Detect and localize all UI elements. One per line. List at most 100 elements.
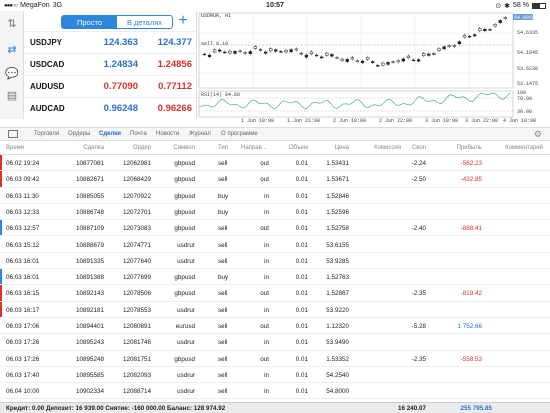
- table-header: Время Сделка Ордер Символ Тип Направ... …: [0, 141, 550, 155]
- quote-row[interactable]: USDJPY 124.363 124.377: [24, 31, 196, 53]
- col-deal[interactable]: Сделка: [72, 145, 104, 151]
- table-row[interactable]: 06.03 12:57 10887109 12073083 gbpusd sell out…: [0, 220, 550, 237]
- col-swap[interactable]: Своп: [396, 145, 426, 151]
- rsi-label: RSI(14) 84.80: [201, 92, 241, 98]
- table-row[interactable]: 06.03 15:12 10888679 12074771 usdrur sell in 0…: [0, 237, 550, 253]
- time-tick: 3 Jun 22:00: [465, 118, 499, 124]
- table-row[interactable]: 06.03 09:42 10882671 12068429 gbpusd sell out…: [0, 171, 550, 188]
- trade-icon[interactable]: ⇄: [4, 41, 20, 57]
- col-time[interactable]: Время: [6, 145, 24, 151]
- cell-symbol: usdrur: [177, 388, 195, 396]
- settings-icon[interactable]: ⚙: [534, 129, 542, 140]
- cell-type: sell: [218, 241, 228, 249]
- cell-price: 53.9285: [326, 257, 349, 265]
- cell-price: 1.53431: [326, 160, 349, 167]
- cell-order: 12080891: [122, 323, 151, 330]
- table-row[interactable]: 06.03 17:06 10894401 12080891 eurusd sell out…: [0, 318, 550, 335]
- col-volume[interactable]: Объем: [286, 145, 308, 151]
- cell-type: sell: [218, 323, 228, 330]
- cell-volume: 0.01: [295, 241, 308, 249]
- cell-deal: 10891388: [75, 274, 104, 282]
- cell-symbol: usdrur: [177, 339, 195, 347]
- col-commission[interactable]: Комиссия: [355, 145, 401, 151]
- table-row[interactable]: 06.03 16:01 10891335 12077640 usdrur sell in 0…: [0, 253, 550, 270]
- table-row[interactable]: 06.03 17:26 10895243 12081746 usdrur sell in 0…: [0, 334, 550, 351]
- status-right: ⊙ ✱ 58 %: [495, 2, 546, 10]
- tab-news[interactable]: Новости: [156, 131, 179, 137]
- price-chart[interactable]: USDRUR, H1 sell 0.10 RSI(14) 84.80 54.89…: [196, 11, 550, 124]
- col-type[interactable]: Тип: [218, 145, 228, 151]
- col-comment[interactable]: Комментарий: [485, 145, 543, 151]
- tab-mail[interactable]: Почта: [130, 131, 147, 137]
- col-symbol[interactable]: Символ: [163, 145, 195, 151]
- cell-price: 54.8000: [326, 388, 349, 396]
- time-tick: 1 Jun 22:00: [287, 118, 321, 124]
- tab-about[interactable]: О программе: [221, 131, 258, 137]
- cell-deal: 10885055: [75, 192, 104, 200]
- table-row[interactable]: 06.03 16:15 10892143 12078506 gbpusd sell out…: [0, 285, 550, 302]
- cell-type: sell: [218, 257, 228, 265]
- table-row[interactable]: 06.03 11:30 10885055 12070922 gbpusd buy in 0.…: [0, 188, 550, 204]
- cell-symbol: usdrur: [177, 371, 195, 379]
- tab-deals[interactable]: Сделки: [99, 131, 121, 137]
- tab-journal[interactable]: Журнал: [189, 131, 211, 137]
- col-order[interactable]: Ордер: [117, 145, 151, 151]
- quote-row[interactable]: USDCAD 1.24834 1.24856: [24, 53, 196, 75]
- table-row[interactable]: 06.03 12:33 10886748 12072701 gbpusd buy in 0.…: [0, 204, 550, 221]
- view-simple-button[interactable]: Просто: [62, 16, 117, 28]
- tab-orders[interactable]: Ордеры: [68, 131, 90, 137]
- status-left: ●●●○○ MegaFon 3G: [4, 2, 62, 9]
- view-details-button[interactable]: В деталях: [117, 16, 172, 28]
- balance-summary: Кредит: 0.00 Депозит: 16 939.00 Снятие: …: [6, 405, 226, 412]
- cell-order: 12078553: [122, 306, 151, 314]
- quote-row[interactable]: AUDUSD 0.77090 0.77112: [24, 75, 196, 97]
- quote-row[interactable]: AUDCAD 0.96248 0.96266: [24, 97, 196, 119]
- cell-type: buy: [218, 274, 229, 282]
- quote-symbol: USDCAD: [30, 60, 65, 69]
- table-row[interactable]: 06.03 16:17 10892181 12078553 usdrur sell in 0…: [0, 301, 550, 318]
- cell-order: 12072701: [122, 208, 151, 216]
- cell-order: 12074771: [122, 241, 151, 249]
- table-row[interactable]: 06.04 10:00 10902334 12088714 usdrur sell in 0…: [0, 383, 550, 400]
- table-row[interactable]: 06.03 17:26 10895248 12081751 gbpusd sell out…: [0, 351, 550, 367]
- cell-symbol: eurusd: [175, 323, 195, 330]
- row-marker: [0, 285, 2, 301]
- cell-time: 06.03 16:01: [6, 257, 40, 265]
- cell-direction: in: [264, 257, 269, 265]
- cell-deal: 10888679: [75, 241, 104, 249]
- cell-price: 1.52763: [326, 274, 349, 282]
- cell-time: 06.03 12:33: [6, 208, 40, 216]
- cell-time: 06.03 11:30: [6, 192, 39, 200]
- cell-direction: in: [264, 371, 269, 379]
- table-row[interactable]: 06.02 19:24 10877081 12062981 gbpusd sell out…: [0, 155, 550, 172]
- battery-label: 58 %: [513, 2, 529, 9]
- col-direction[interactable]: Направ...: [241, 145, 267, 151]
- cell-volume: 0.01: [295, 306, 308, 314]
- price-tick: 53.1475: [517, 81, 539, 87]
- table-row[interactable]: 06.03 17:40 10895585 12082093 usdrur sell in 0…: [0, 367, 550, 384]
- cell-deal: 10886748: [75, 208, 104, 216]
- cell-direction: in: [264, 306, 269, 314]
- cell-time: 06.04 10:00: [6, 388, 40, 396]
- table-row[interactable]: 06.03 16:01 10891388 12077699 gbpusd buy in 0.…: [0, 269, 550, 286]
- col-price[interactable]: Цена: [321, 145, 349, 151]
- cell-volume: 0.01: [295, 176, 308, 184]
- col-profit[interactable]: Прибыль: [450, 145, 482, 151]
- cell-type: buy: [218, 208, 229, 216]
- document-icon[interactable]: ▤: [4, 87, 20, 103]
- chat-icon[interactable]: 💬: [4, 65, 20, 81]
- current-price-label: 54.8955: [514, 15, 536, 21]
- cell-time: 06.03 16:01: [6, 274, 40, 282]
- quote-symbol: USDJPY: [30, 38, 63, 47]
- cell-direction: in: [264, 388, 269, 396]
- add-symbol-icon[interactable]: +: [175, 13, 191, 29]
- tab-trade[interactable]: Торговля: [34, 131, 59, 137]
- window-icon[interactable]: [8, 130, 18, 138]
- cell-symbol: gbpusd: [174, 208, 195, 216]
- row-marker: [0, 155, 2, 171]
- quotes-icon[interactable]: ⇅: [4, 15, 20, 31]
- cell-order: 12088714: [122, 388, 151, 396]
- swap-total: 16 240.07: [397, 405, 426, 412]
- cell-deal: 10895585: [75, 371, 104, 379]
- chart-canvas: [198, 12, 533, 118]
